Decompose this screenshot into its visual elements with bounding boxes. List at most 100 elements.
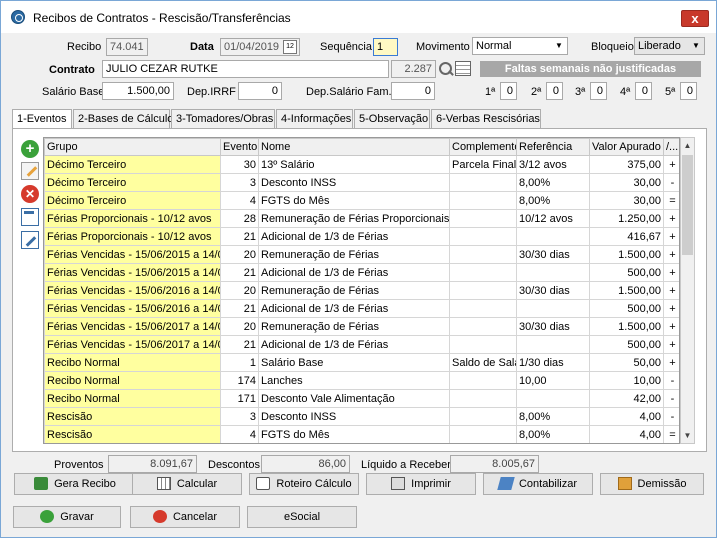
col-sinal[interactable]: /... — [663, 138, 679, 156]
demissao-button[interactable]: Demissão — [600, 473, 704, 495]
table-row[interactable]: Décimo Terceiro 4 FGTS do Mês 8,00% 30,00 = — [44, 191, 679, 210]
cell-valor: 500,00 — [589, 335, 664, 354]
tab-tomadores-obras[interactable]: 3-Tomadores/Obras — [171, 109, 275, 129]
falta-5-field[interactable]: 0 — [680, 82, 697, 100]
col-complemento[interactable]: Complemento — [449, 138, 517, 156]
edit-icon[interactable] — [21, 162, 39, 180]
roteiro-calculo-button[interactable]: Roteiro Cálculo — [249, 473, 359, 495]
cell-grupo: Décimo Terceiro — [44, 173, 221, 192]
tab-bases-calculo[interactable]: 2-Bases de Cálculo — [73, 109, 173, 129]
calcular-button[interactable]: Calcular — [132, 473, 242, 495]
dep-salario-field[interactable]: 0 — [391, 82, 435, 100]
copy-icon[interactable] — [21, 208, 39, 226]
cell-complemento — [449, 299, 517, 318]
contrato-field[interactable]: JULIO CEZAR RUTKE — [102, 60, 389, 78]
table-row[interactable]: Recibo Normal 174 Lanches 10,00 10,00- — [44, 371, 679, 390]
grid-scrollbar[interactable]: ▲ ▼ — [680, 137, 695, 444]
roteiro-label: Roteiro Cálculo — [276, 478, 352, 490]
table-row[interactable]: Férias Proporcionais - 10/12 avos 21 Adici… — [44, 227, 679, 246]
cell-grupo: Rescisão — [44, 425, 221, 443]
cell-grupo: Décimo Terceiro — [44, 191, 221, 210]
table-row[interactable]: Férias Vencidas - 15/06/2016 a 14/0 20 Rem… — [44, 281, 679, 300]
cell-nome: Remuneração de Férias Proporcionais — [258, 209, 450, 228]
falta-4-field[interactable]: 0 — [635, 82, 652, 100]
cell-complemento: Saldo de Salá — [449, 353, 517, 372]
imprimir-button[interactable]: Imprimir — [366, 473, 476, 495]
table-row[interactable]: Férias Proporcionais - 10/12 avos 28 Remun… — [44, 209, 679, 228]
col-referencia[interactable]: Referência — [516, 138, 590, 156]
search-icon[interactable] — [437, 60, 455, 78]
eventos-grid: Grupo Evento Nome Complemento Referência… — [43, 137, 680, 444]
falta-1-field[interactable]: 0 — [500, 82, 517, 100]
col-grupo[interactable]: Grupo — [44, 138, 221, 156]
table-row[interactable]: Recibo Normal 1 Salário Base Saldo de Salá 1… — [44, 353, 679, 372]
cell-sinal: + — [663, 299, 679, 318]
cell-sinal: + — [663, 263, 679, 282]
folder-icon — [617, 476, 632, 490]
calendar-icon[interactable]: 12 — [283, 40, 297, 54]
cell-valor: 500,00 — [589, 299, 664, 318]
table-row[interactable]: Décimo Terceiro 30 13º Salário Parcela Fina… — [44, 155, 679, 174]
recibo-label: Recibo — [67, 41, 102, 53]
tab-informacoes[interactable]: 4-Informações — [276, 109, 353, 129]
scroll-thumb[interactable] — [682, 155, 693, 255]
cell-evento: 1 — [220, 353, 259, 372]
cell-sinal: + — [663, 281, 679, 300]
delete-icon[interactable]: ✕ — [21, 185, 39, 203]
liquido-label: Líquido a Receber — [361, 459, 451, 471]
cell-nome: Remuneração de Férias — [258, 317, 450, 336]
esocial-button[interactable]: eSocial — [247, 506, 357, 528]
col-nome[interactable]: Nome — [258, 138, 450, 156]
cell-complemento — [449, 245, 517, 264]
tab-eventos[interactable]: 1-Eventos — [12, 109, 72, 130]
sequencia-field[interactable]: 1 — [373, 38, 398, 56]
falta-2-label: 2ª — [531, 86, 542, 98]
tab-observacao[interactable]: 5-Observação — [354, 109, 430, 129]
cell-grupo: Férias Vencidas - 15/06/2015 a 14/0 — [44, 263, 221, 282]
close-button[interactable]: x — [681, 10, 709, 27]
descontos-field: 86,00 — [261, 455, 350, 473]
table-row[interactable]: Décimo Terceiro 3 Desconto INSS 8,00% 30,00- — [44, 173, 679, 192]
table-row[interactable]: Rescisão 4 FGTS do Mês 8,00% 4,00 = — [44, 425, 679, 443]
gravar-button[interactable]: Gravar — [13, 506, 121, 528]
falta-2-field[interactable]: 0 — [546, 82, 563, 100]
table-row[interactable]: Férias Vencidas - 15/06/2016 a 14/0 21 Adi… — [44, 299, 679, 318]
gera-recibo-button[interactable]: Gera Recibo — [14, 473, 136, 495]
add-icon[interactable]: + — [21, 140, 39, 158]
table-row[interactable]: Férias Vencidas - 15/06/2017 a 14/0 21 Adi… — [44, 335, 679, 354]
col-valor-apurado[interactable]: Valor Apurado — [589, 138, 664, 156]
cell-complemento — [449, 425, 517, 443]
contabilizar-button[interactable]: Contabilizar — [483, 473, 593, 495]
falta-1-label: 1ª — [485, 86, 496, 98]
table-row[interactable]: Rescisão 3 Desconto INSS 8,00% 4,00- — [44, 407, 679, 426]
dep-irrf-field[interactable]: 0 — [238, 82, 282, 100]
cell-evento: 20 — [220, 245, 259, 264]
movimento-select[interactable]: Normal ▼ — [472, 37, 568, 55]
window-title: Recibos de Contratos - Rescisão/Transfer… — [33, 11, 291, 25]
cell-sinal: + — [663, 245, 679, 264]
table-row[interactable]: Recibo Normal 171 Desconto Vale Alimentaçã… — [44, 389, 679, 408]
app-icon — [11, 10, 25, 24]
recibo-field[interactable]: 74.041 — [106, 38, 148, 56]
table-row[interactable]: Férias Vencidas - 15/06/2015 a 14/0 20 Rem… — [44, 245, 679, 264]
col-evento[interactable]: Evento — [220, 138, 259, 156]
bloqueio-select[interactable]: Liberado ▼ — [634, 37, 705, 55]
scroll-down-icon[interactable]: ▼ — [681, 428, 694, 443]
cell-referencia: 8,00% — [516, 173, 590, 192]
table-icon[interactable] — [455, 61, 471, 76]
cell-complemento — [449, 263, 517, 282]
scroll-up-icon[interactable]: ▲ — [681, 138, 694, 153]
salario-label: Salário Base — [42, 86, 105, 98]
falta-3-field[interactable]: 0 — [590, 82, 607, 100]
grid-header: Grupo Evento Nome Complemento Referência… — [44, 138, 679, 156]
table-row[interactable]: Férias Vencidas - 15/06/2015 a 14/0 21 Adi… — [44, 263, 679, 282]
cell-grupo: Férias Proporcionais - 10/12 avos — [44, 227, 221, 246]
tab-verbas-rescisorias[interactable]: 6-Verbas Rescisórias — [431, 109, 541, 129]
cell-nome: Remuneração de Férias — [258, 281, 450, 300]
table-row[interactable]: Férias Vencidas - 15/06/2017 a 14/0 20 Rem… — [44, 317, 679, 336]
cell-evento: 20 — [220, 317, 259, 336]
cancelar-button[interactable]: Cancelar — [130, 506, 240, 528]
salario-field[interactable]: 1.500,00 — [102, 82, 174, 100]
note-icon[interactable] — [21, 231, 39, 249]
bloqueio-value: Liberado — [638, 40, 681, 52]
